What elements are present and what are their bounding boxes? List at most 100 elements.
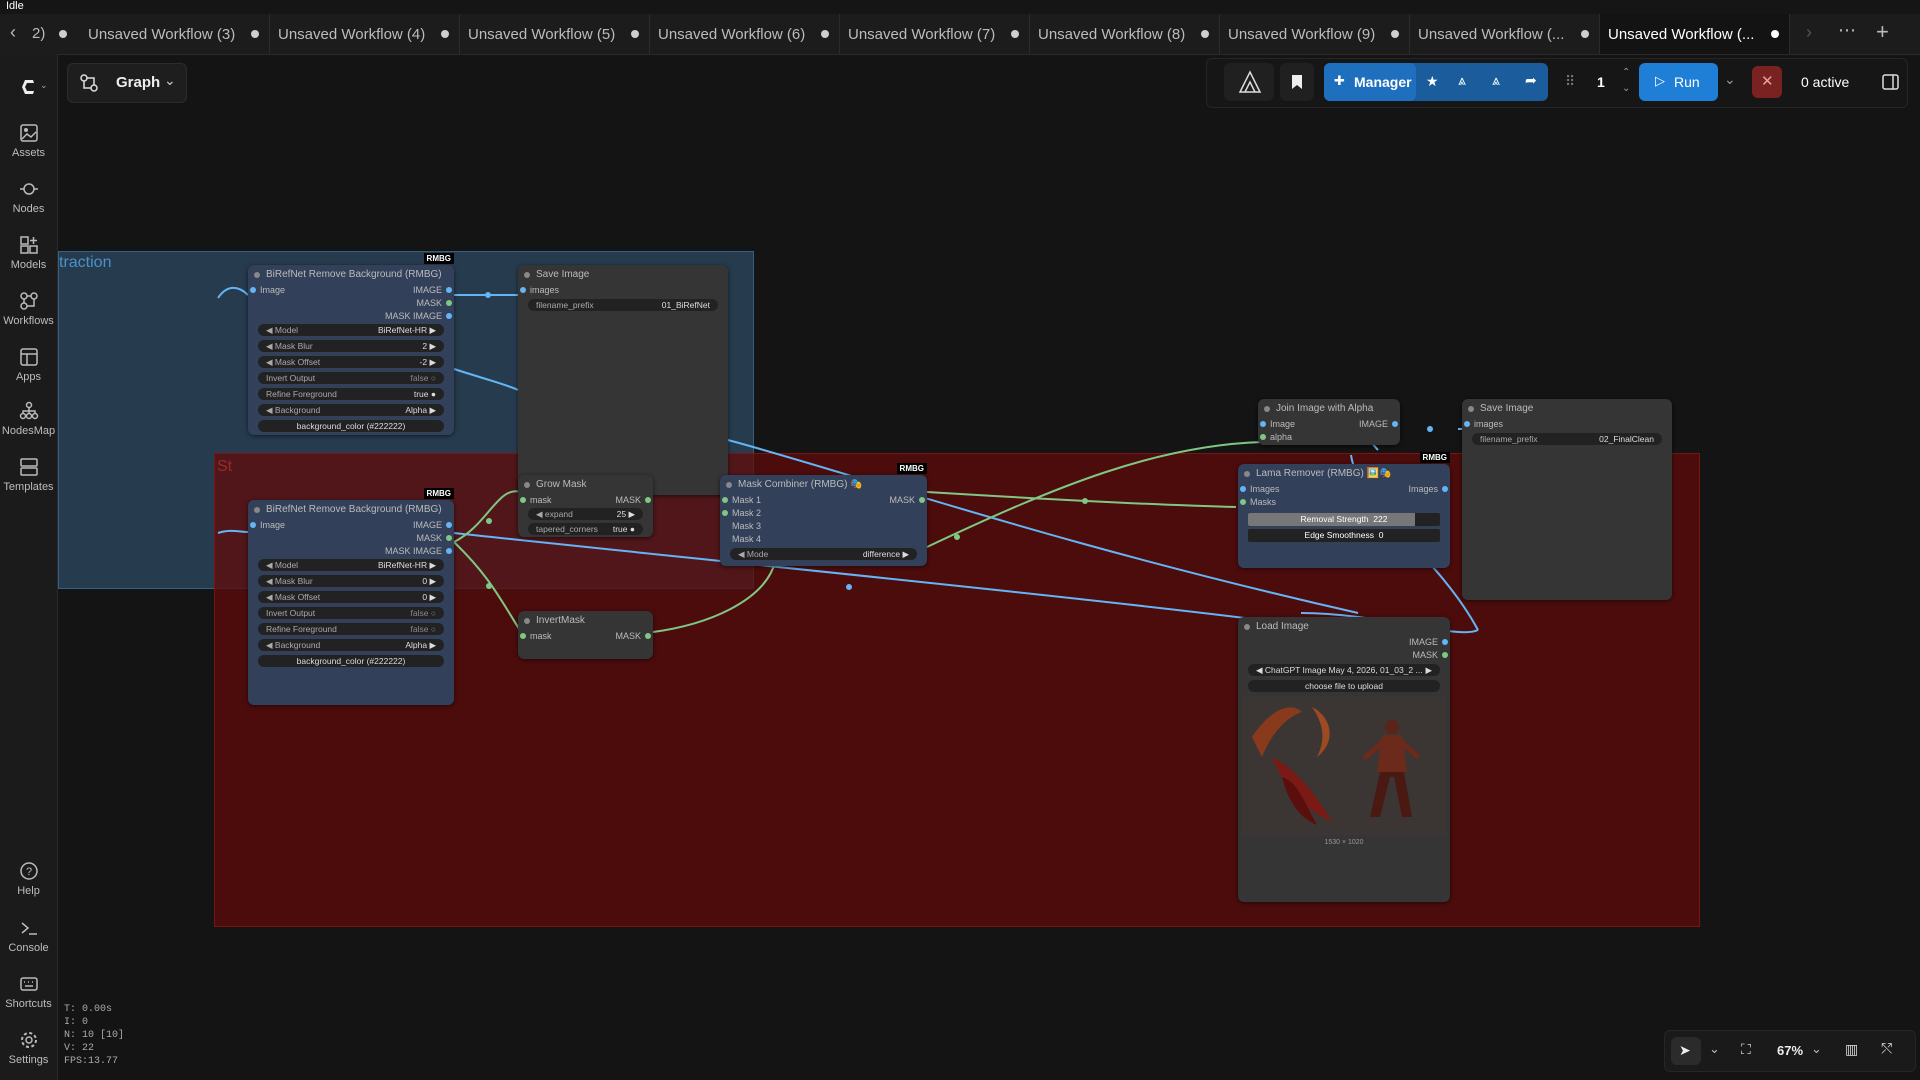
comfy-registry-button[interactable] xyxy=(1224,63,1274,101)
output-slot-dot[interactable] xyxy=(1442,639,1448,645)
number-widget[interactable]: ◀ Mask Blur 0 ▶ xyxy=(258,575,444,587)
sidebar-item-templates[interactable]: Templates xyxy=(0,457,57,493)
number-widget[interactable]: ◀ expand 25 ▶ xyxy=(528,508,643,520)
toggle-panel-button[interactable] xyxy=(1876,66,1906,98)
node-join-image-alpha[interactable]: Join Image with Alpha Image alpha IMAGE xyxy=(1258,399,1400,445)
node-load-image[interactable]: Load Image IMAGE MASK ◀ ChatGPT Image Ma… xyxy=(1238,617,1450,902)
add-tab-icon[interactable]: + xyxy=(1876,19,1889,45)
image-preview[interactable] xyxy=(1242,697,1446,835)
mode-combo[interactable]: ◀ Mode difference ▶ xyxy=(730,548,917,560)
active-queue-button[interactable]: 0 active xyxy=(1793,63,1873,101)
sidebar-item-console[interactable]: Console xyxy=(0,918,57,954)
node-title[interactable]: BiRefNet Remove Background (RMBG) xyxy=(248,265,454,285)
edge-smoothness-slider[interactable]: Edge Smoothness 0 xyxy=(1248,529,1440,542)
output-slot-dot[interactable] xyxy=(645,497,651,503)
node-title[interactable]: BiRefNet Remove Background (RMBG) xyxy=(248,500,454,520)
manager-button[interactable]: ✚ Manager xyxy=(1324,63,1416,101)
node-invert-mask[interactable]: InvertMask mask MASK xyxy=(518,611,653,659)
drag-handle-icon[interactable]: ⠿ xyxy=(1565,73,1575,90)
removal-strength-slider[interactable]: Removal Strength 222 xyxy=(1248,513,1440,526)
input-slot-dot[interactable] xyxy=(1464,421,1470,427)
fit-view-icon[interactable]: ⛶ xyxy=(1741,1041,1751,1058)
output-slot-dot[interactable] xyxy=(1442,652,1448,658)
node-birefnet-2[interactable]: RMBG BiRefNet Remove Background (RMBG) I… xyxy=(248,488,454,705)
input-slot-dot[interactable] xyxy=(250,287,256,293)
select-tool-button[interactable]: ➤ xyxy=(1671,1037,1701,1065)
tab-workflow-6[interactable]: Unsaved Workflow (6) xyxy=(650,14,840,54)
sidebar-item-shortcuts[interactable]: Shortcuts xyxy=(0,974,57,1010)
sidebar-item-apps[interactable]: Apps xyxy=(0,347,57,383)
number-widget[interactable]: ◀ Mask Blur 2 ▶ xyxy=(258,340,444,352)
upload-button[interactable]: choose file to upload xyxy=(1248,680,1440,692)
output-slot-dot[interactable] xyxy=(446,548,452,554)
input-slot-dot[interactable] xyxy=(520,287,526,293)
cancel-run-button[interactable]: ✕ xyxy=(1752,66,1782,98)
toggle-widget[interactable]: Invert Output false ○ xyxy=(258,372,444,384)
node-mask-combiner[interactable]: RMBG Mask Combiner (RMBG) 🎭 Mask 1 Mask … xyxy=(720,463,927,566)
toggle-widget[interactable]: Invert Output false ○ xyxy=(258,607,444,619)
run-options-chevron-icon[interactable]: ⌄ xyxy=(1724,71,1736,88)
tab-workflow-8[interactable]: Unsaved Workflow (8) xyxy=(1030,14,1220,54)
zoom-selector[interactable]: 67% ⌄ xyxy=(1773,1037,1825,1065)
batch-count-input[interactable]: 1 ⌃ ⌄ xyxy=(1585,63,1635,101)
combo-widget[interactable]: ◀ Model BiRefNet-HR ▶ xyxy=(258,559,444,571)
input-slot-dot[interactable] xyxy=(1260,421,1266,427)
input-slot-dot[interactable] xyxy=(722,510,728,516)
sidebar-item-nodesmap[interactable]: NodesMap xyxy=(0,401,57,437)
run-button[interactable]: ▷ Run xyxy=(1639,63,1718,101)
output-slot-dot[interactable] xyxy=(1392,421,1398,427)
input-slot-dot[interactable] xyxy=(1240,486,1246,492)
chevron-right-icon[interactable]: › xyxy=(1806,22,1812,43)
tab-workflow-active[interactable]: Unsaved Workflow (... xyxy=(1600,14,1790,54)
node-save-image-1[interactable]: Save Image images filename_prefix 01_BiRe… xyxy=(518,265,728,495)
node-lama-remover[interactable]: RMBG Lama Remover (RMBG) 🖼️🎭 Images Mask… xyxy=(1238,452,1450,568)
toggle-widget[interactable]: Refine Foreground false ○ xyxy=(258,623,444,635)
node-title[interactable]: Save Image xyxy=(1462,399,1672,419)
toggle-widget[interactable]: tapered_corners true ● xyxy=(528,523,643,535)
tab-workflow-10[interactable]: Unsaved Workflow (... xyxy=(1410,14,1600,54)
sidebar-item-workflows[interactable]: Workflows xyxy=(0,291,57,327)
node-birefnet-1[interactable]: RMBG BiRefNet Remove Background (RMBG) I… xyxy=(248,253,454,435)
output-slot-dot[interactable] xyxy=(446,287,452,293)
combo-widget[interactable]: ◀ Model BiRefNet-HR ▶ xyxy=(258,324,444,336)
toggle-widget[interactable]: Refine Foreground true ● xyxy=(258,388,444,400)
sidebar-item-models[interactable]: Models xyxy=(0,235,57,271)
filename-prefix-input[interactable]: filename_prefix 02_FinalClean xyxy=(1472,433,1662,445)
sidebar-item-help[interactable]: ? Help xyxy=(0,861,57,897)
sidebar-item-nodes[interactable]: Nodes xyxy=(0,179,57,215)
node-title[interactable]: Save Image xyxy=(518,265,728,285)
more-icon[interactable]: ⋯ xyxy=(1838,20,1856,41)
number-widget[interactable]: ◀ Mask Offset 0 ▶ xyxy=(258,591,444,603)
node-title[interactable]: InvertMask xyxy=(518,611,653,631)
chevron-left-icon[interactable]: ‹ xyxy=(10,22,16,43)
node-save-image-2[interactable]: Save Image images filename_prefix 02_Fina… xyxy=(1462,399,1672,600)
node-title[interactable]: Mask Combiner (RMBG) 🎭 xyxy=(720,475,927,495)
output-slot-dot[interactable] xyxy=(919,497,925,503)
node-title[interactable]: Join Image with Alpha xyxy=(1258,399,1400,419)
share-icon[interactable]: ➦ xyxy=(1525,72,1537,89)
color-button[interactable]: background_color (#222222) xyxy=(258,655,444,667)
input-slot-dot[interactable] xyxy=(520,497,526,503)
tab-workflow-5[interactable]: Unsaved Workflow (5) xyxy=(460,14,650,54)
output-slot-dot[interactable] xyxy=(446,313,452,319)
combo-widget[interactable]: ◀ Background Alpha ▶ xyxy=(258,639,444,651)
hide-links-icon[interactable]: ⤲ xyxy=(1881,1040,1892,1057)
input-slot-dot[interactable] xyxy=(520,633,526,639)
chevron-down-icon[interactable]: ⌄ xyxy=(40,80,48,91)
chevron-down-icon[interactable]: ⌄ xyxy=(1709,1041,1720,1057)
output-slot-dot[interactable] xyxy=(1442,486,1448,492)
decrement-icon[interactable]: ⌄ xyxy=(1622,83,1630,94)
tab-workflow-4[interactable]: Unsaved Workflow (4) xyxy=(270,14,460,54)
tab-workflow-9[interactable]: Unsaved Workflow (9) xyxy=(1220,14,1410,54)
tab-workflow-3[interactable]: Unsaved Workflow (3) xyxy=(80,14,270,54)
output-slot-dot[interactable] xyxy=(446,535,452,541)
input-slot-dot[interactable] xyxy=(1260,434,1266,440)
increment-icon[interactable]: ⌃ xyxy=(1622,67,1630,78)
tab-overflow-label[interactable]: 2) xyxy=(32,25,45,42)
sidebar-item-assets[interactable]: Assets xyxy=(0,123,57,159)
star-icon[interactable]: ★ xyxy=(1426,73,1439,90)
filename-prefix-input[interactable]: filename_prefix 01_BiRefNet xyxy=(528,299,718,311)
input-slot-dot[interactable] xyxy=(1240,499,1246,505)
model-alt-icon[interactable]: ⩓ xyxy=(1492,72,1500,89)
number-widget[interactable]: ◀ Mask Offset -2 ▶ xyxy=(258,356,444,368)
